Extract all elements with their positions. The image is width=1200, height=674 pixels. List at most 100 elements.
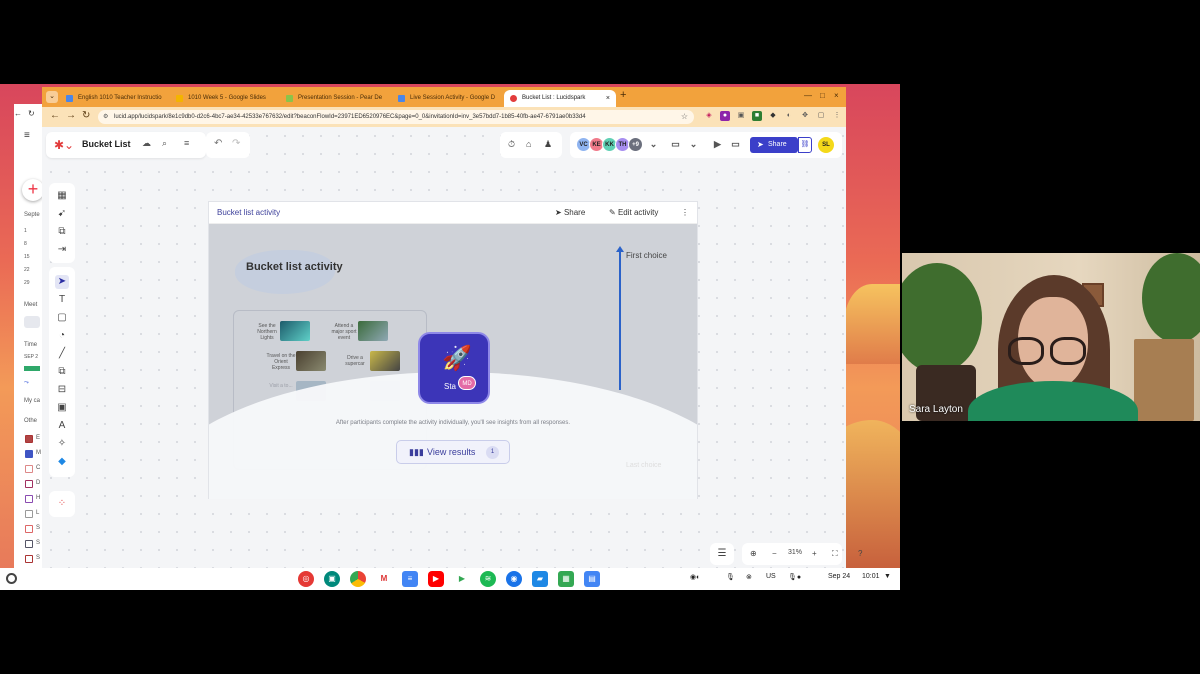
image-icon[interactable]: ▣ (55, 401, 69, 415)
import-icon[interactable]: ⇥ (55, 243, 69, 257)
forward-icon[interactable]: → (66, 110, 76, 121)
close-window-icon[interactable]: × (834, 91, 839, 100)
calendar-checkbox[interactable] (25, 465, 33, 473)
calendar-day[interactable]: 29 (24, 280, 30, 286)
extension-icon[interactable]: ● (720, 111, 730, 121)
new-tab-button[interactable]: + (620, 89, 626, 101)
participant-video[interactable]: Sara Layton (902, 253, 1200, 421)
youtube-icon[interactable]: ▶ (428, 571, 444, 587)
reload-icon[interactable]: ↻ (82, 110, 90, 121)
insights-icon[interactable]: ⤳ (24, 380, 29, 387)
calendar-day[interactable]: 15 (24, 254, 30, 260)
sheets-icon[interactable]: ▦ (558, 571, 574, 587)
integration-icon[interactable]: ◆ (55, 455, 69, 469)
screen-share-icon[interactable]: ◉◐ (690, 573, 700, 581)
comment-icon[interactable]: ▭ (668, 137, 683, 152)
create-button[interactable]: + (22, 179, 44, 201)
gmail-icon[interactable]: M (376, 571, 392, 587)
calendar-day[interactable]: 22 (24, 267, 30, 273)
shelf-time[interactable]: 10:01 (862, 573, 880, 580)
extension-icon[interactable]: ◐ (784, 111, 794, 121)
wifi-icon[interactable]: ▼ (884, 573, 891, 580)
spotify-icon[interactable]: ≋ (480, 571, 496, 587)
bookmark-star-icon[interactable]: ☆ (681, 110, 688, 124)
calendar-checkbox[interactable] (25, 525, 33, 533)
table-icon[interactable]: ⊟ (55, 383, 69, 397)
activity-share-button[interactable]: ➤ Share (555, 208, 585, 217)
extension-icon[interactable]: ◆ (768, 111, 778, 121)
extension-icon[interactable]: ◈ (704, 111, 714, 121)
edit-activity-button[interactable]: ✎ Edit activity (609, 208, 658, 217)
board-title[interactable]: Bucket List (82, 139, 131, 149)
minimize-icon[interactable]: — (804, 91, 812, 100)
launch-icon[interactable]: ➹ (55, 207, 69, 221)
fit-icon[interactable]: ⊕ (750, 549, 757, 558)
chevron-down-icon[interactable]: ⌄ (646, 137, 661, 152)
shapes-icon[interactable]: ◔ (55, 329, 69, 343)
timer-icon[interactable]: ⏱ (508, 139, 515, 150)
calendar-checkbox[interactable] (25, 495, 33, 503)
more-collaborators-badge[interactable]: +9 (628, 137, 643, 152)
extensions-puzzle-icon[interactable]: ✥ (800, 111, 810, 121)
line-tool-icon[interactable]: ╱ (55, 347, 69, 361)
launcher-icon[interactable] (6, 573, 17, 584)
present-icon[interactable]: ▶ (710, 137, 725, 152)
browser-tab[interactable]: Presentation Session - Pear De (280, 90, 392, 107)
share-button[interactable]: ➤ Share (750, 137, 798, 153)
refresh-icon[interactable]: ↻ (28, 109, 35, 118)
docs-icon[interactable]: ≡ (402, 571, 418, 587)
status-icons[interactable]: 🎙● (788, 573, 801, 581)
browser-tab-active[interactable]: Bucket List : Lucidspark × (504, 90, 616, 107)
record-icon[interactable]: ⊗ (746, 573, 752, 581)
profile-icon[interactable]: ▢ (816, 111, 826, 121)
extension-icon[interactable]: ▣ (736, 111, 746, 121)
cloud-saved-icon[interactable]: ☁ (142, 138, 151, 149)
hamburger-menu-icon[interactable]: ≡ (24, 130, 30, 141)
magic-icon[interactable]: ✧ (55, 437, 69, 451)
shelf-date[interactable]: Sep 24 (828, 573, 850, 580)
maximize-icon[interactable]: □ (820, 91, 825, 100)
gift-icon[interactable]: ⌂ (526, 139, 531, 149)
calendar-checkbox[interactable] (25, 555, 33, 563)
close-tab-icon[interactable]: × (606, 90, 610, 107)
play-store-icon[interactable]: ▶ (454, 571, 470, 587)
zoom-in-icon[interactable]: + (812, 549, 817, 558)
calendar-checkbox[interactable] (25, 435, 33, 443)
calendar-day[interactable]: 1 (24, 228, 27, 234)
calendar-checkbox[interactable] (25, 540, 33, 548)
browser-tab[interactable]: English 1010 Teacher Instructio (60, 90, 172, 107)
outline-icon[interactable]: ☰ (710, 543, 734, 565)
browser-tab[interactable]: Live Session Activity - Google D (392, 90, 504, 107)
back-icon[interactable]: ← (50, 110, 60, 121)
video-icon[interactable]: ▭ (728, 137, 743, 152)
zoom-level[interactable]: 31% (788, 549, 802, 556)
sticky-note-icon[interactable]: ▢ (55, 311, 69, 325)
tab-search-icon[interactable]: ⌄ (46, 91, 58, 103)
mic-icon[interactable]: 🎙 (726, 573, 735, 581)
frame-icon[interactable]: ⧉ (55, 225, 69, 239)
url-input[interactable]: ⚙ lucid.app/lucidspark/8e1c9db0-d2c6-4bc… (98, 110, 694, 124)
browser-tab[interactable]: 1010 Week 5 - Google Slides (170, 90, 280, 107)
camera-icon[interactable]: ◉ (506, 571, 522, 587)
classroom-icon[interactable]: ▣ (324, 571, 340, 587)
chrome-icon[interactable] (350, 571, 366, 587)
lucid-canvas[interactable]: ✱⌄ Bucket List ☁ ⌕ ≡ ↶ ↷ ⏱ ⌂ ♟ VC KE KK … (42, 127, 862, 569)
back-arrow-icon[interactable]: ← (14, 109, 22, 118)
start-activity-button[interactable]: 🚀 Sta MD (418, 332, 490, 404)
calendar-checkbox[interactable] (25, 480, 33, 488)
browser-menu-icon[interactable]: ⋮ (832, 111, 842, 121)
zoom-out-icon[interactable]: − (772, 549, 777, 558)
chevron-down-icon[interactable]: ⌄ (686, 137, 701, 152)
files-icon[interactable]: ▰ (532, 571, 548, 587)
calendar-app-icon[interactable]: ▤ (584, 571, 600, 587)
calendar-day[interactable]: 8 (24, 241, 27, 247)
app-icon[interactable]: ◎ (298, 571, 314, 587)
select-tool-icon[interactable]: ➤ (55, 275, 69, 289)
site-info-icon[interactable]: ⚙ (103, 110, 108, 124)
calendar-checkbox[interactable] (25, 450, 33, 458)
activity-panel[interactable]: Bucket list activity ➤ Share ✎ Edit acti… (208, 201, 698, 499)
template-icon[interactable]: ▦ (55, 189, 69, 203)
view-results-button[interactable]: ▮▮▮ View results 1 (396, 440, 510, 464)
help-icon[interactable]: ? (858, 549, 862, 558)
calendar-checkbox[interactable] (25, 510, 33, 518)
